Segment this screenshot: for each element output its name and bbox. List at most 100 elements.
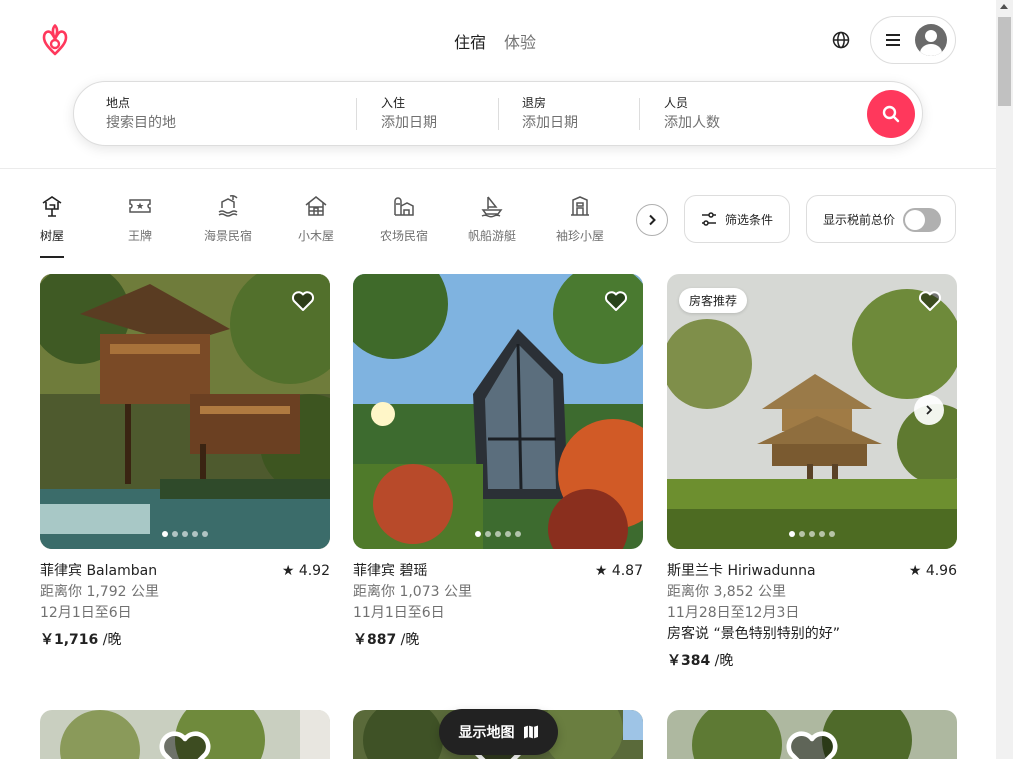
photo-dot (505, 531, 511, 537)
listing-card[interactable] (40, 710, 330, 759)
listing-card[interactable]: 菲律宾 碧瑶 ★ 4.87 距离你 1,073 公里 11月1日至6日 ￥887… (353, 274, 643, 651)
top-tabs: 住宿 体验 (454, 29, 536, 53)
category-label: 帆船游艇 (467, 229, 516, 243)
price-unit: /晚 (98, 632, 122, 648)
scroll-up-arrow-icon[interactable] (1000, 4, 1008, 9)
price-amount: ￥887 (353, 632, 397, 648)
guests-label: 人员 (664, 96, 689, 110)
photo-dot (799, 531, 805, 537)
tax-toggle-label: 显示税前总价 (823, 212, 896, 227)
category-label: 海景民宿 (203, 229, 252, 243)
tax-toggle-panel: 显示税前总价 (806, 195, 956, 243)
heart-icon[interactable] (917, 288, 943, 314)
price-amount: ￥1,716 (40, 632, 99, 648)
globe-icon[interactable] (831, 30, 851, 50)
category-treehouse[interactable]: 树屋 (17, 194, 87, 258)
filters-label: 筛选条件 (725, 212, 774, 227)
photo-dot (495, 531, 501, 537)
listing-rating: ★ 4.92 (281, 563, 330, 579)
category-tiny-homes[interactable]: 袖珍小屋 (545, 194, 615, 244)
where-placeholder: 搜索目的地 (106, 115, 176, 131)
hamburger-menu-icon (886, 34, 900, 46)
category-beach[interactable]: 海景民宿 (193, 194, 263, 244)
photo-next-button[interactable] (914, 395, 944, 425)
photo-dot (485, 531, 491, 537)
map-icon (523, 725, 538, 739)
listing-distance: 距离你 1,073 公里 (353, 584, 472, 600)
avatar (915, 24, 947, 56)
photo-dots (667, 531, 957, 537)
listing-card[interactable]: 菲律宾 Balamban ★ 4.92 距离你 1,792 公里 12月1日至6… (40, 274, 330, 651)
where-label: 地点 (106, 96, 131, 110)
airbnb-logo-icon[interactable] (39, 23, 71, 57)
listing-info: 斯里兰卡 Hiriwadunna ★ 4.96 距离你 3,852 公里 11月… (667, 561, 957, 672)
price-unit: /晚 (710, 653, 734, 669)
user-menu-button[interactable] (870, 16, 956, 64)
boat-icon (481, 196, 503, 218)
page-scrollbar[interactable] (996, 0, 1013, 759)
category-label: 袖珍小屋 (555, 229, 604, 243)
tiny-home-icon (571, 196, 589, 216)
photo-dot (182, 531, 188, 537)
category-label: 农场民宿 (379, 229, 428, 243)
cabin-icon (305, 196, 327, 216)
guests-placeholder: 添加人数 (664, 115, 720, 131)
photo-dots (353, 531, 643, 537)
listing-photo[interactable] (353, 274, 643, 549)
tab-experiences[interactable]: 体验 (504, 29, 536, 53)
photo-dots (40, 531, 330, 537)
listing-info: 菲律宾 碧瑶 ★ 4.87 距离你 1,073 公里 11月1日至6日 ￥887… (353, 561, 643, 651)
category-iconic[interactable]: 王牌 (105, 194, 175, 244)
listing-photo[interactable] (40, 274, 330, 549)
checkout-placeholder: 添加日期 (522, 115, 578, 131)
listing-photo[interactable]: 房客推荐 (667, 274, 957, 549)
listing-distance: 距离你 3,852 公里 (667, 584, 786, 600)
heart-icon[interactable] (603, 288, 629, 314)
listing-price: ￥384 /晚 (667, 651, 957, 672)
listing-price: ￥887 /晚 (353, 630, 643, 651)
listing-distance: 距离你 1,792 公里 (40, 584, 159, 600)
search-icon (882, 105, 900, 123)
heart-icon[interactable] (290, 288, 316, 314)
guest-favorite-badge: 房客推荐 (679, 288, 748, 313)
photo-dot (202, 531, 208, 537)
photo-dot (162, 531, 168, 537)
listing-dates: 11月1日至6日 (353, 605, 445, 621)
photo-dot (172, 531, 178, 537)
category-boats[interactable]: 帆船游艇 (457, 194, 527, 244)
category-farm[interactable]: 农场民宿 (369, 194, 439, 244)
category-cabin[interactable]: 小木屋 (281, 194, 351, 244)
heart-icon[interactable] (40, 724, 330, 759)
tax-toggle-switch[interactable] (903, 208, 941, 232)
checkin-label: 入住 (381, 96, 406, 110)
listing-card[interactable] (667, 710, 957, 759)
listing-rating: ★ 4.87 (594, 563, 643, 579)
photo-dot (809, 531, 815, 537)
search-where-field[interactable]: 地点 搜索目的地 (106, 82, 346, 145)
category-label: 王牌 (127, 229, 152, 243)
listing-card[interactable]: 房客推荐 斯里兰卡 Hiriwadunna ★ 4.96 距离你 3,852 公… (667, 274, 957, 672)
divider (498, 98, 499, 130)
checkout-label: 退房 (522, 96, 547, 110)
glass-cabin-photo (353, 274, 643, 549)
show-map-button[interactable]: 显示地图 (439, 709, 558, 755)
tab-stays[interactable]: 住宿 (454, 29, 486, 53)
search-checkin-field[interactable]: 入住 添加日期 (381, 82, 491, 145)
categories-next-button[interactable] (636, 204, 668, 236)
search-guests-field[interactable]: 人员 添加人数 (664, 82, 854, 145)
photo-dot (819, 531, 825, 537)
farm-icon (394, 197, 414, 216)
search-bar: 地点 搜索目的地 入住 添加日期 退房 添加日期 人员 添加人数 (73, 81, 923, 146)
listing-dates: 11月28日至12月3日 (667, 605, 800, 621)
photo-dot (829, 531, 835, 537)
heart-icon[interactable] (667, 724, 957, 759)
filters-button[interactable]: 筛选条件 (684, 195, 790, 243)
divider (639, 98, 640, 130)
search-button[interactable] (867, 90, 915, 138)
photo-dot (789, 531, 795, 537)
search-checkout-field[interactable]: 退房 添加日期 (522, 82, 632, 145)
category-label: 树屋 (39, 229, 64, 243)
listing-dates: 12月1日至6日 (40, 605, 132, 621)
scrollbar-thumb[interactable] (998, 17, 1011, 106)
beach-icon (218, 195, 238, 217)
